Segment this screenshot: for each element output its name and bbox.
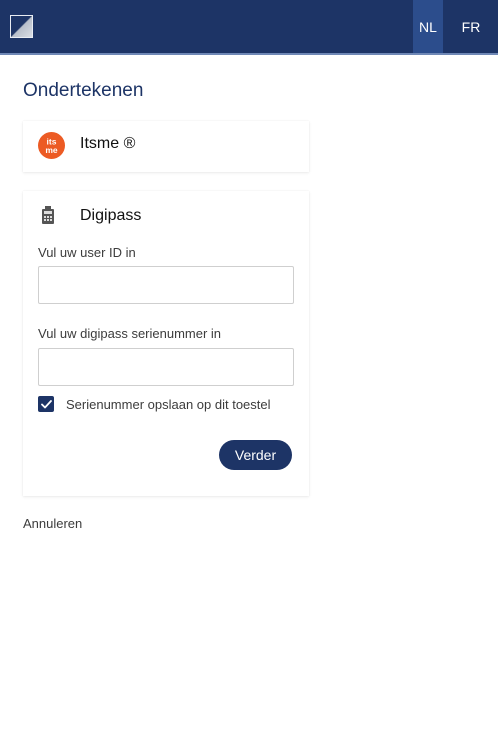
cancel-link[interactable]: Annuleren xyxy=(23,516,82,531)
serial-number-input[interactable] xyxy=(38,348,294,386)
itsme-logo-icon: its me xyxy=(38,132,65,159)
checkmark-icon xyxy=(40,399,52,408)
next-button[interactable]: Verder xyxy=(219,440,292,470)
language-nl-button[interactable]: NL xyxy=(413,0,443,53)
serial-number-label: Vul uw digipass serienummer in xyxy=(38,326,222,341)
user-id-label: Vul uw user ID in xyxy=(38,245,136,260)
digipass-option-label: Digipass xyxy=(80,207,142,224)
language-fr-button[interactable]: FR xyxy=(456,0,486,53)
digipass-device-icon xyxy=(42,206,54,224)
itsme-option-card[interactable]: its me Itsme ® xyxy=(23,121,309,172)
save-serial-checkbox[interactable] xyxy=(38,396,54,412)
itsme-option-label: Itsme ® xyxy=(80,135,136,152)
svg-text:me: me xyxy=(45,145,58,155)
digipass-option-card: Digipass Vul uw user ID in Vul uw digipa… xyxy=(23,191,309,496)
app-logo xyxy=(10,15,33,38)
top-bar: NL FR xyxy=(0,0,498,55)
page-title: Ondertekenen xyxy=(23,80,144,101)
save-serial-label[interactable]: Serienummer opslaan op dit toestel xyxy=(66,397,271,412)
user-id-input[interactable] xyxy=(38,266,294,304)
